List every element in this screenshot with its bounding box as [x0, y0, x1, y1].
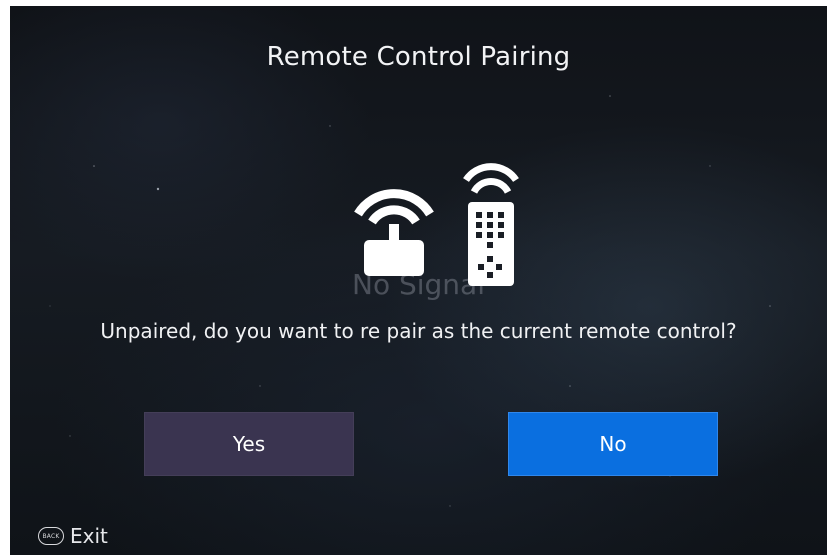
remote-control-icon: [463, 163, 519, 286]
tv-screen: Remote Control Pairing No Signal Unpaire…: [10, 6, 827, 555]
exit-hint[interactable]: BACK Exit: [38, 524, 108, 548]
pairing-illustration: [350, 156, 520, 296]
wifi-router-icon: [354, 189, 434, 276]
back-key-icon: BACK: [38, 527, 64, 545]
dialog-title: Remote Control Pairing: [266, 42, 571, 72]
yes-button-label: Yes: [232, 432, 266, 456]
exit-label: Exit: [70, 524, 108, 548]
no-button[interactable]: No: [508, 412, 718, 476]
yes-button[interactable]: Yes: [144, 412, 354, 476]
pairing-question: Unpaired, do you want to re pair as the …: [100, 319, 737, 343]
no-button-label: No: [599, 432, 627, 456]
